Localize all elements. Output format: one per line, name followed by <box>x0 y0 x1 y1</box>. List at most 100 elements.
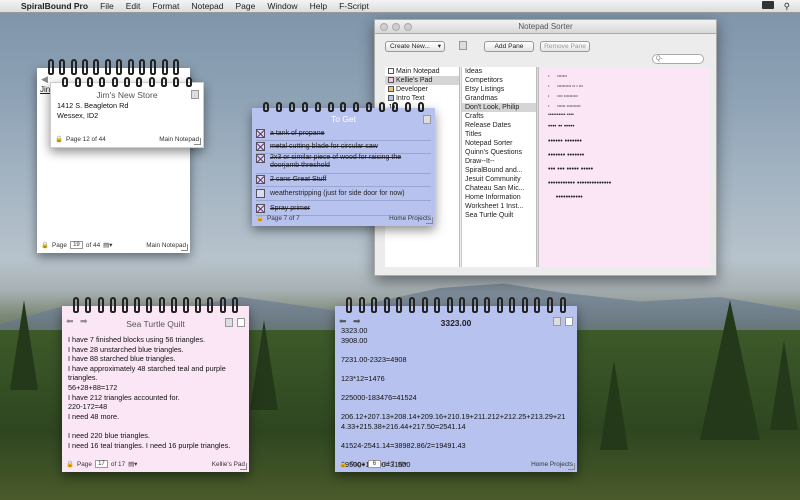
list-item[interactable]: Etsy Listings <box>462 85 536 94</box>
pad-body[interactable]: 3323.00 3908.00 7231.00-2323=4908 123*12… <box>341 326 571 470</box>
todo-item[interactable]: 2x3 or similar piece of wood for raising… <box>256 152 431 174</box>
notepad-sea-turtle-quilt[interactable]: ⬅ ➡ Sea Turtle Quilt I have 7 finished b… <box>62 297 249 472</box>
app-menu[interactable]: SpiralBound Pro <box>15 1 94 11</box>
list-item[interactable]: Release Dates <box>462 121 536 130</box>
window-titlebar[interactable]: Notepad Sorter <box>375 20 716 34</box>
text-line: I have 212 triangles accounted for. <box>68 392 180 402</box>
resize-grip[interactable] <box>426 217 433 224</box>
list-item[interactable]: Ideas <box>462 67 536 76</box>
page-number-field[interactable]: 17 <box>94 460 108 468</box>
list-item[interactable]: Draw--It-- <box>462 157 536 166</box>
checkbox[interactable] <box>256 174 265 184</box>
text-line: I have approximately 48 starched teal an… <box>68 363 226 383</box>
new-page-icon[interactable] <box>565 317 573 326</box>
list-item[interactable]: Notepad Sorter <box>462 139 536 148</box>
page-footer: 🔒 Page 12 of 44 Main Notepad <box>55 134 199 144</box>
page-list-column[interactable]: Ideas Competitors Etsy Listings Grandmas… <box>461 67 537 267</box>
add-pane-button[interactable]: Add Pane <box>484 41 534 52</box>
page-number-field[interactable]: 19 <box>69 241 83 249</box>
lock-icon[interactable]: 🔒 <box>55 135 63 143</box>
menu-format[interactable]: Format <box>146 1 185 11</box>
trash-icon[interactable] <box>191 90 199 99</box>
page-footer: 🔒 Page 19 of 44 ▤▾ Main Notepad <box>41 240 186 250</box>
notepad-to-get[interactable]: To Get a tank of propane metal cutting b… <box>252 102 435 226</box>
menu-notepad[interactable]: Notepad <box>185 1 229 11</box>
lock-icon[interactable]: 🔒 <box>41 241 49 249</box>
text-line: I have 28 unstarched blue triangles. <box>68 344 184 354</box>
page-footer: 🔒 Page 6 of 7 ▤▾ Home Projects <box>339 459 573 469</box>
resize-grip[interactable] <box>194 138 201 145</box>
minimize-button[interactable] <box>392 23 400 31</box>
list-item[interactable]: Kellie's Pad <box>385 76 459 85</box>
resize-grip[interactable] <box>181 244 188 251</box>
menu-window[interactable]: Window <box>261 1 303 11</box>
list-item[interactable]: Competitors <box>462 76 536 85</box>
lock-icon[interactable]: 🔒 <box>339 460 347 468</box>
page-menu-icon[interactable]: ▤▾ <box>128 460 137 468</box>
list-item[interactable]: Home Information <box>462 193 536 202</box>
resize-grip[interactable] <box>568 463 575 470</box>
list-item[interactable]: Jesuit Community <box>462 175 536 184</box>
page-label: Page <box>76 460 92 468</box>
notepad-jims-store[interactable]: Jim's New Store 1412 S. Beagleton Rd Wes… <box>50 77 204 148</box>
new-page-icon[interactable] <box>237 318 245 327</box>
checkbox[interactable] <box>256 154 265 163</box>
menu-page[interactable]: Page <box>229 1 261 11</box>
trash-icon[interactable] <box>225 318 233 327</box>
lock-icon[interactable]: 🔒 <box>66 460 74 468</box>
checkbox[interactable] <box>256 203 265 213</box>
spiral-rings <box>37 59 190 75</box>
list-item[interactable]: Don't Look, Philip <box>462 103 536 112</box>
text-line: 41524-2541.14=38982.86/2=19491.43 <box>341 441 466 451</box>
list-item[interactable]: Quinn's Questions <box>462 148 536 157</box>
menu-edit[interactable]: Edit <box>120 1 147 11</box>
status-icon[interactable] <box>761 1 774 9</box>
menu-fscript[interactable]: F-Script <box>333 1 375 11</box>
page-number-field[interactable]: 6 <box>367 460 381 468</box>
text-line: I have 7 finished blocks using 56 triang… <box>68 335 206 344</box>
trash-icon[interactable] <box>423 115 431 124</box>
remove-pane-button[interactable]: Remove Pane <box>540 41 590 52</box>
list-item[interactable]: Chateau San Mic... <box>462 184 536 193</box>
zoom-button[interactable] <box>404 23 412 31</box>
notepad-calculations[interactable]: ⬅ ➡ 3323.00 3323.00 3908.00 7231.00-2323… <box>335 297 577 472</box>
list-item[interactable]: Sea Turtle Quilt <box>462 211 536 220</box>
create-new-dropdown[interactable]: Create New... ▾ <box>385 41 445 52</box>
page-footer: 🔒 Page 17 of 17 ▤▾ Kellie's Pad <box>66 459 245 469</box>
checkbox[interactable] <box>256 128 265 138</box>
page-footer: 🔒 Page 7 of 7 Home Projects <box>256 213 431 223</box>
trash-icon[interactable] <box>459 41 467 50</box>
pad-body[interactable]: I have 7 finished blocks using 56 triang… <box>68 335 243 450</box>
checkbox[interactable] <box>256 141 265 151</box>
page-total: of 44 <box>85 241 101 249</box>
tree-decoration <box>700 300 760 440</box>
lock-icon[interactable]: 🔒 <box>256 214 264 222</box>
page-menu-icon[interactable]: ▤▾ <box>398 460 407 468</box>
list-item[interactable]: Main Notepad <box>385 67 459 76</box>
todo-text: Spray primer <box>270 204 311 212</box>
trash-icon[interactable] <box>553 317 561 326</box>
back-arrow-icon[interactable]: ◀ <box>41 74 48 85</box>
list-item[interactable]: Titles <box>462 130 536 139</box>
text-line: 3908.00 <box>341 335 368 345</box>
todo-item[interactable]: 2 cans Great Stuff <box>256 172 431 187</box>
checkbox[interactable] <box>256 188 265 198</box>
list-item[interactable]: Grandmas <box>462 94 536 103</box>
menu-help[interactable]: Help <box>304 1 333 11</box>
spotlight-icon[interactable]: ⚲ <box>778 1 796 12</box>
text-line: 206.12+207.13+208.14+209.16+210.19+211.2… <box>341 412 566 431</box>
list-item[interactable]: Crafts <box>462 112 536 121</box>
pad-body[interactable]: 1412 S. Beagleton Rd Wessex, ID2 <box>57 101 197 120</box>
resize-grip[interactable] <box>240 463 247 470</box>
search-input[interactable]: Q- <box>652 54 704 64</box>
list-item[interactable]: Developer <box>385 85 459 94</box>
todo-text: metal cutting blade for circular saw <box>270 142 378 150</box>
pad-title: To Get <box>330 114 357 124</box>
todo-item[interactable]: weatherstripping (just for side door for… <box>256 186 431 201</box>
page-menu-icon[interactable]: ▤▾ <box>103 241 112 249</box>
close-button[interactable] <box>380 23 388 31</box>
list-item[interactable]: Worksheet 1 Inst... <box>462 202 536 211</box>
menu-file[interactable]: File <box>94 1 120 11</box>
tree-decoration <box>10 300 38 390</box>
list-item[interactable]: SpiralBound and... <box>462 166 536 175</box>
